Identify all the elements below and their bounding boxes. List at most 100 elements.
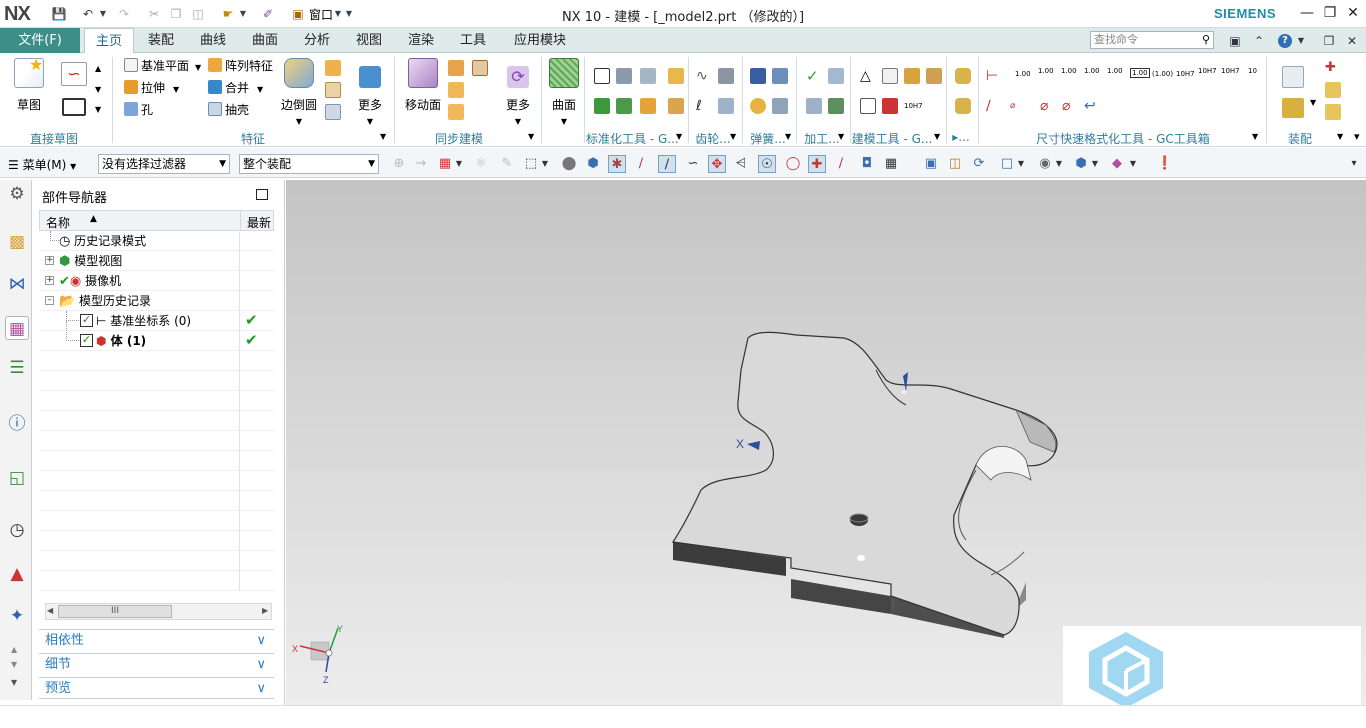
tree-item-body[interactable]: ⬢ 体 (1) [96, 331, 146, 351]
dim-tool-icon[interactable]: ⊢ [986, 68, 1002, 84]
snap-on-curve-icon[interactable]: ∕ [832, 155, 850, 173]
selection-filter-select[interactable]: 没有选择过滤器 ▼ [98, 154, 230, 174]
scroll-right-icon[interactable]: ▶ [262, 606, 268, 615]
std-tool-7-icon[interactable] [668, 68, 684, 84]
checkbox[interactable]: ✓ [80, 314, 93, 327]
tree-item-model-views[interactable]: ⬢ 模型视图 [59, 251, 122, 272]
trim-body-icon[interactable] [325, 104, 341, 120]
group-options-icon[interactable]: ▼ [380, 132, 386, 141]
tab-analysis[interactable]: 分析 [296, 28, 338, 53]
view-fit-icon[interactable]: ▣ [922, 155, 940, 173]
std-tool-2-icon[interactable] [616, 68, 632, 84]
type-filter-icon[interactable]: ▦ [436, 155, 454, 173]
replace-face-icon[interactable] [472, 60, 488, 76]
std-tool-4-icon[interactable] [594, 98, 610, 114]
modeling-tool-3-icon[interactable] [904, 68, 920, 84]
rectangle-select-icon[interactable]: ⬚ [522, 155, 540, 173]
show-hide-dropdown-icon[interactable]: ▼ [1128, 155, 1138, 173]
tab-surface[interactable]: 曲面 [244, 28, 286, 53]
std-tool-1-icon[interactable] [594, 68, 610, 84]
tab-tools[interactable]: 工具 [452, 28, 494, 53]
feature-more-button[interactable]: 更多 ▼ [352, 58, 388, 128]
tab-render[interactable]: 渲染 [400, 28, 442, 53]
shell-button[interactable]: 抽壳 [208, 101, 249, 119]
assembly-tool-3-icon[interactable] [1325, 82, 1341, 98]
std-tool-8-icon[interactable] [668, 98, 684, 114]
diameter-2-icon[interactable]: ⌀ [1062, 98, 1078, 114]
datum-plane-button[interactable]: 基准平面 ▼ [124, 57, 201, 75]
edit-section-dropdown-icon[interactable]: ▼ [1090, 155, 1100, 173]
select-tool-2-icon[interactable]: ✎ [498, 155, 516, 173]
modeling-tool-1-icon[interactable]: △ [860, 68, 876, 84]
snap-on-face-icon[interactable]: ◘ [858, 155, 876, 173]
group-options-icon[interactable]: ▼ [528, 132, 534, 141]
resize-blend-icon[interactable] [448, 104, 464, 120]
pattern-feature-button[interactable]: 阵列特征 [208, 57, 273, 75]
group-options-icon[interactable]: ▼ [1337, 132, 1343, 141]
reset-dim-icon[interactable]: ↩ [1084, 98, 1100, 114]
hole-button[interactable]: 孔 [124, 101, 153, 119]
gear-tool-2-icon[interactable] [718, 68, 734, 84]
orient-view-dropdown-icon[interactable]: ▼ [1016, 155, 1026, 173]
doc-close-icon[interactable]: ✕ [1343, 32, 1361, 50]
restore-button[interactable]: ❐ [1320, 4, 1340, 22]
file-tab[interactable]: 文件(F) [0, 28, 80, 53]
group-options-icon[interactable]: ▼ [1252, 132, 1258, 141]
dim-format-8[interactable]: 10H7 [1176, 70, 1195, 78]
curve-icon[interactable]: ∽ [61, 62, 87, 86]
modeling-tool-6-icon[interactable] [882, 98, 898, 114]
machining-tool-2-icon[interactable] [828, 68, 844, 84]
draft-icon[interactable] [325, 82, 341, 98]
std-tool-3-icon[interactable] [640, 68, 656, 84]
scroll-down-icon[interactable]: ▼ [11, 660, 17, 669]
ribbon-options-icon[interactable]: ▾ [1354, 130, 1360, 143]
dim-format-7[interactable]: (1.00) [1152, 70, 1173, 78]
expand-bar-icon[interactable]: ▼ [11, 678, 17, 687]
snap-arc-icon[interactable]: ⩤ [732, 155, 750, 173]
column-header-name[interactable]: 名称 [46, 214, 70, 231]
info-icon[interactable]: ⓘ [5, 412, 29, 436]
dim-format-10[interactable]: 10H7 [1221, 67, 1240, 75]
gear-tool-3-icon[interactable]: ℓ [696, 98, 712, 114]
tab-curve[interactable]: 曲线 [192, 28, 234, 53]
select-body-icon[interactable]: ⬢ [584, 155, 602, 173]
selection-scope-select[interactable]: 整个装配 ▼ [239, 154, 379, 174]
rectangle-icon[interactable] [62, 98, 86, 116]
snap-intersection-icon[interactable]: ✥ [708, 155, 726, 173]
extra-tool-1-icon[interactable] [955, 68, 971, 84]
surface-button[interactable]: 曲面 ▼ [546, 58, 582, 128]
tree-item-history-mode[interactable]: ◷ 历史记录模式 [59, 231, 146, 252]
reuse-library-icon[interactable]: ☰ [5, 356, 29, 380]
roles-icon[interactable]: ✦ [5, 604, 29, 628]
modeling-tool-2-icon[interactable] [882, 68, 898, 84]
add-component-icon[interactable] [1282, 98, 1304, 118]
doc-restore-icon[interactable]: ❐ [1320, 32, 1338, 50]
snap-center-icon[interactable]: ☉ [758, 155, 776, 173]
select-tool-icon[interactable]: ⚛ [472, 155, 490, 173]
preview-panel[interactable]: 预览 ∨ [39, 677, 274, 699]
details-panel[interactable]: 细节 ∨ [39, 653, 274, 675]
modeling-tool-7-icon[interactable]: 10H7 [904, 98, 923, 114]
render-style-icon[interactable]: ◉ [1036, 155, 1054, 173]
assembly-tool-2-icon[interactable]: ✚ [1325, 60, 1341, 76]
snap-point-icon[interactable]: ✱ [608, 155, 626, 173]
assembly-tool-1-icon[interactable] [1282, 66, 1304, 88]
dim-format-6[interactable]: 1.00 [1130, 68, 1150, 78]
scroll-left-icon[interactable]: ◀ [47, 606, 53, 615]
move-face-button[interactable]: 移动面 [400, 58, 446, 128]
general-selection-icon[interactable]: ⊕ [390, 155, 408, 173]
orient-view-icon[interactable]: □ [998, 155, 1016, 173]
column-header-latest[interactable]: 最新 [247, 214, 271, 231]
assembly-tool-4-icon[interactable] [1325, 104, 1341, 120]
gear-tool-4-icon[interactable] [718, 98, 734, 114]
snap-control-icon[interactable]: ∽ [684, 155, 702, 173]
snap-existing-point-icon[interactable]: ✚ [808, 155, 826, 173]
add-dropdown-icon[interactable]: ▼ [1310, 98, 1316, 107]
dependencies-panel[interactable]: 相依性 ∨ [39, 629, 274, 651]
delete-face-icon[interactable] [448, 60, 464, 76]
show-hide-icon[interactable]: ◆ [1108, 155, 1126, 173]
collapse-ribbon-icon[interactable]: ⌃ [1250, 32, 1268, 50]
part-navigator-icon[interactable]: ▦ [5, 316, 29, 340]
curve-dropdown-icon[interactable]: ▲ [95, 64, 101, 73]
gear-tool-1-icon[interactable]: ∿ [696, 68, 712, 84]
